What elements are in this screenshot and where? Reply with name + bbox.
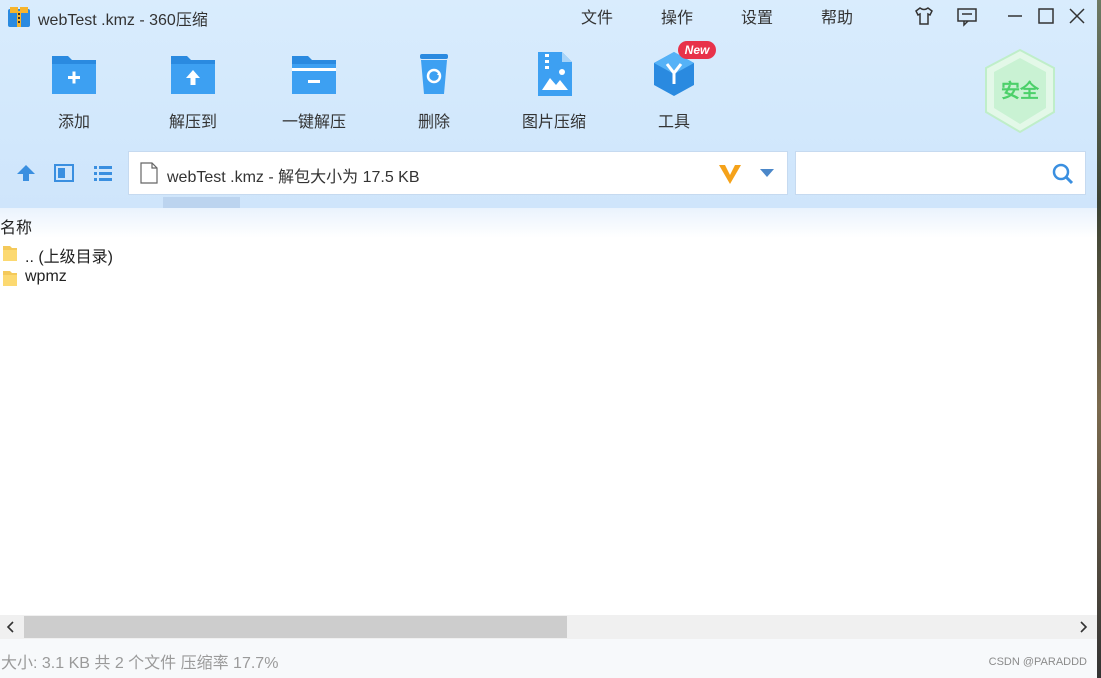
toolbar-label-extract-to: 解压到 bbox=[168, 114, 217, 131]
one-click-extract-button[interactable]: 一键解压 bbox=[264, 48, 364, 134]
extract-to-button[interactable]: 解压到 bbox=[143, 48, 243, 134]
menu-file[interactable]: 文件 bbox=[581, 4, 613, 28]
chevron-down-icon[interactable] bbox=[757, 166, 777, 180]
menu-settings[interactable]: 设置 bbox=[741, 4, 773, 28]
up-arrow-icon[interactable] bbox=[15, 162, 37, 184]
window-header: webTest .kmz - 360压缩 文件 操作 设置 帮助 添加 解压到 … bbox=[0, 0, 1097, 208]
close-icon[interactable] bbox=[1066, 5, 1088, 27]
list-view-icon[interactable] bbox=[92, 162, 114, 184]
title-bar[interactable]: webTest .kmz - 360压缩 文件 操作 设置 帮助 bbox=[0, 0, 1097, 32]
delete-button[interactable]: 删除 bbox=[384, 48, 484, 134]
app-icon bbox=[8, 7, 30, 27]
menu-operation[interactable]: 操作 bbox=[661, 4, 693, 28]
tools-button[interactable]: 工具 bbox=[624, 48, 724, 134]
scroll-left-icon[interactable] bbox=[3, 619, 19, 635]
safe-text: 安全 bbox=[1001, 79, 1040, 102]
toolbar-label-image-compress: 图片压缩 bbox=[521, 114, 586, 131]
address-bar[interactable]: webTest .kmz - 解包大小为 17.5 KB bbox=[128, 151, 788, 195]
watermark: CSDN @PARADDD bbox=[988, 656, 1087, 668]
column-name-header[interactable]: 名称 bbox=[0, 214, 32, 238]
search-input[interactable] bbox=[804, 160, 1048, 188]
scroll-right-icon[interactable] bbox=[1075, 619, 1091, 635]
search-icon[interactable] bbox=[1051, 162, 1075, 186]
skin-icon[interactable] bbox=[913, 5, 935, 27]
security-shield-icon[interactable]: 安全 bbox=[982, 48, 1058, 134]
new-badge: New bbox=[678, 41, 716, 59]
thumbnail-view-icon[interactable] bbox=[53, 162, 75, 184]
image-compress-button[interactable]: 图片压缩 bbox=[504, 48, 604, 134]
minimize-icon[interactable] bbox=[1004, 5, 1026, 27]
column-header[interactable]: 名称 bbox=[0, 208, 1097, 238]
file-icon bbox=[140, 162, 158, 184]
list-item-name: wpmz bbox=[25, 268, 67, 285]
maximize-icon[interactable] bbox=[1035, 5, 1057, 27]
list-item[interactable]: wpmz bbox=[0, 265, 1097, 290]
list-item-name: .. (上级目录) bbox=[25, 249, 113, 266]
file-list: 名称 .. (上级目录) wpmz bbox=[0, 208, 1097, 615]
toolbar-label-one-click-extract: 一键解压 bbox=[281, 114, 346, 131]
menu-help[interactable]: 帮助 bbox=[821, 4, 853, 28]
one-click-extract-icon bbox=[292, 56, 336, 94]
address-text: webTest .kmz - 解包大小为 17.5 KB bbox=[167, 169, 420, 186]
recycle-bin-icon bbox=[420, 54, 448, 94]
list-item[interactable]: .. (上级目录) bbox=[0, 240, 1097, 266]
window-title: webTest .kmz - 360压缩 bbox=[38, 12, 208, 29]
folder-icon bbox=[3, 246, 17, 261]
v-logo-icon[interactable] bbox=[717, 162, 743, 186]
status-bar: 大小: 3.1 KB 共 2 个文件 压缩率 17.7% CSDN @PARAD… bbox=[0, 639, 1097, 678]
horizontal-scrollbar[interactable] bbox=[0, 615, 1097, 639]
scrollbar-thumb[interactable] bbox=[24, 616, 567, 638]
status-text: 大小: 3.1 KB 共 2 个文件 压缩率 17.7% bbox=[1, 655, 279, 672]
add-folder-icon bbox=[52, 56, 96, 94]
add-button[interactable]: 添加 bbox=[24, 48, 124, 134]
search-box[interactable] bbox=[795, 151, 1086, 195]
toolbar-label-delete: 删除 bbox=[417, 114, 450, 131]
image-compress-icon bbox=[538, 52, 572, 96]
tab-indicator bbox=[163, 197, 240, 208]
desktop-background-strip bbox=[1097, 0, 1101, 678]
extract-to-icon bbox=[171, 56, 215, 94]
feedback-icon[interactable] bbox=[956, 5, 978, 27]
toolbar-label-add: 添加 bbox=[57, 114, 90, 131]
folder-icon bbox=[3, 271, 17, 286]
toolbar-label-tools: 工具 bbox=[657, 114, 690, 131]
